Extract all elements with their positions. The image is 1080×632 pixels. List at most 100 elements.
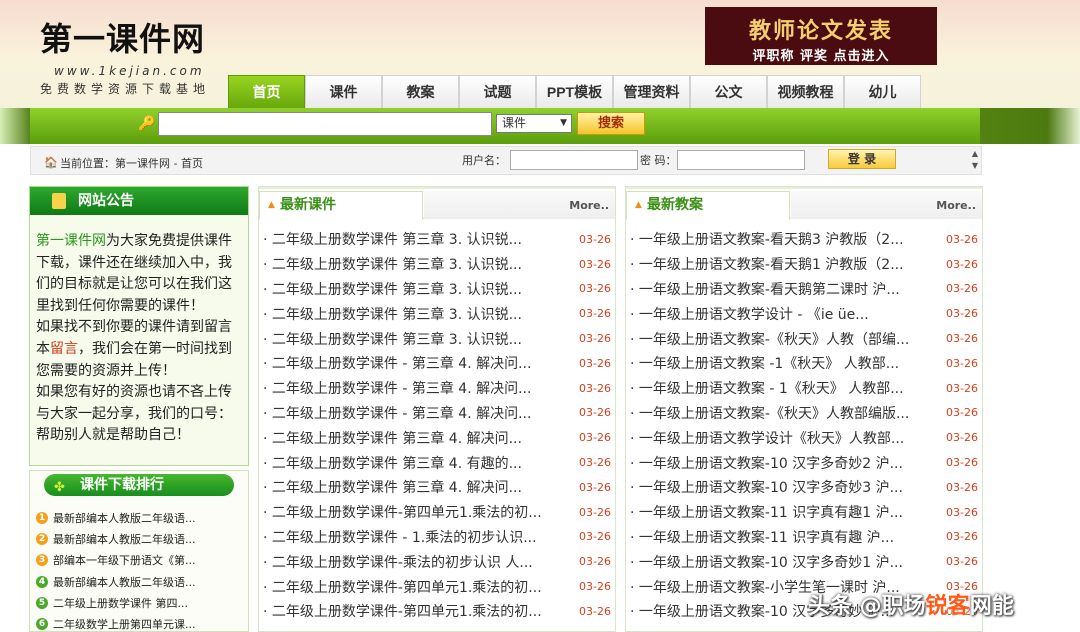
nav-tab-courseware[interactable]: 课件 [305,75,382,108]
lessonplan-item-title[interactable]: · 一年级上册语文教学设计《秋天》人教部... [630,428,904,448]
ranking-item[interactable]: 2 最新部编本人教版二年级语... [30,528,248,549]
lessonplan-item-title[interactable]: · 一年级上册语文教案-看天鹅1 沪教版（2... [630,254,904,274]
lessonplans-tab[interactable]: ▲ 最新教案 [626,191,790,220]
courseware-item-title[interactable]: · 二年级上册数学课件 - 1.乘法的初步认识... [263,527,537,547]
lessonplan-item[interactable]: · 一年级上册语文教案-看天鹅1 沪教版（2... 03-26 [630,252,982,277]
site-link[interactable]: 第一课件网 [36,233,106,249]
lessonplan-item-title[interactable]: · 一年级上册语文教案-11 识字真有趣 沪... [630,527,894,547]
courseware-item-title[interactable]: · 二年级上册数学课件 第三章 3. 认识锐... [263,304,522,324]
courseware-item-title[interactable]: · 二年级上册数学课件 - 第三章 4. 解决问... [263,378,531,398]
ranking-item-title[interactable]: 二年级上册数学课件 第四... [53,595,188,611]
courseware-item-title[interactable]: · 二年级上册数学课件-第四单元1.乘法的初... [263,577,542,597]
courseware-item[interactable]: · 二年级上册数学课件 第三章 4. 解决问... 03-26 [263,475,615,500]
search-button[interactable]: 搜索 [577,112,645,135]
lessonplan-item[interactable]: · 一年级上册语文教案-看天鹅3 沪教版（2... 03-26 [630,227,982,252]
courseware-item[interactable]: · 二年级上册数学课件 第三章 3. 认识锐... 03-26 [263,227,615,252]
lessonplan-item[interactable]: · 一年级上册语文教案-10 汉字多奇妙3 沪... 03-26 [630,475,982,500]
nav-tab-documents[interactable]: 公文 [690,75,767,108]
ranking-item[interactable]: 4 最新部编本人教版二年级语... [30,571,248,592]
courseware-item[interactable]: · 二年级上册数学课件 第三章 3. 认识锐... 03-26 [263,326,615,351]
nav-tab-preschool[interactable]: 幼儿 [844,75,921,108]
courseware-item-title[interactable]: · 二年级上册数学课件-第四单元1.乘法的初... [263,601,542,621]
lessonplan-item[interactable]: · 一年级上册语文教案-看天鹅第二课时 沪... 03-26 [630,277,982,302]
lessonplan-item-title[interactable]: · 一年级上册语文教案-11 识字真有趣1 沪... [630,502,903,522]
courseware-item[interactable]: · 二年级上册数学课件-第四单元1.乘法的初... 03-26 [263,599,615,624]
guestbook-link[interactable]: 留言 [50,341,78,357]
lessonplan-item[interactable]: · 一年级上册语文教案-《秋天》人教部编版... 03-26 [630,401,982,426]
lessonplan-item-title[interactable]: · 一年级上册语文教学设计 - 《ie üe... [630,304,869,324]
courseware-more-link[interactable]: More.. [569,199,609,212]
ranking-item-title[interactable]: 二年级数学上册第四单元课... [53,616,196,632]
lessonplan-item-title[interactable]: · 一年级上册语文教案-10 汉字多奇妙2 沪... [630,453,903,473]
main-nav: 首页 课件 教案 试题 PPT模板 管理资料 公文 视频教程 幼儿 [228,75,921,108]
courseware-item[interactable]: · 二年级上册数学课件-第四单元1.乘法的初... 03-26 [263,574,615,599]
nav-tab-lessonplans[interactable]: 教案 [382,75,459,108]
courseware-item-title[interactable]: · 二年级上册数学课件 - 第三章 4. 解决问... [263,353,531,373]
courseware-item[interactable]: · 二年级上册数学课件 - 1.乘法的初步认识... 03-26 [263,525,615,550]
courseware-item[interactable]: · 二年级上册数学课件 第三章 3. 认识锐... 03-26 [263,301,615,326]
courseware-item-title[interactable]: · 二年级上册数学课件 第三章 3. 认识锐... [263,229,522,249]
site-logo[interactable]: 第一课件网 www.1kejian.com 免费数学资源下载基地 [40,14,230,98]
nav-tab-ppt[interactable]: PPT模板 [536,75,613,108]
ranking-item-title[interactable]: 部编本一年级下册语文《第... [53,552,196,568]
courseware-item-title[interactable]: · 二年级上册数学课件-第四单元1.乘法的初... [263,502,542,522]
ranking-item[interactable]: 1 最新部编本人教版二年级语... [30,507,248,528]
lessonplan-item[interactable]: · 一年级上册语文教案-11 识字真有趣1 沪... 03-26 [630,500,982,525]
ranking-item[interactable]: 6 二年级数学上册第四单元课... [30,613,248,632]
courseware-item[interactable]: · 二年级上册数学课件 第三章 4. 有趣的... 03-26 [263,450,615,475]
courseware-item-title[interactable]: · 二年级上册数学课件-乘法的初步认识 人... [263,552,533,572]
lessonplan-item-title[interactable]: · 一年级上册语文教案-《秋天》人教（部编... [630,329,909,349]
ranking-item-title[interactable]: 最新部编本人教版二年级语... [53,574,196,590]
banner-title: 教师论文发表 [748,19,893,44]
nav-tab-videos[interactable]: 视频教程 [767,75,844,108]
courseware-item-title[interactable]: · 二年级上册数学课件 第三章 3. 认识锐... [263,329,522,349]
lessonplan-item[interactable]: · 一年级上册语文教案-10 汉字多奇妙2 沪... 03-26 [630,450,982,475]
courseware-item[interactable]: · 二年级上册数学课件 - 第三章 4. 解决问... 03-26 [263,401,615,426]
lessonplan-item[interactable]: · 一年级上册语文教案-10 汉字多奇妙1 沪... 03-26 [630,549,982,574]
ranking-item-title[interactable]: 最新部编本人教版二年级语... [53,510,196,526]
scrollbar[interactable]: ▲ ▼ [968,148,982,174]
lessonplan-item-title[interactable]: · 一年级上册语文教案-《秋天》人教部编版... [630,403,909,423]
courseware-item[interactable]: · 二年级上册数学课件 - 第三章 4. 解决问... 03-26 [263,376,615,401]
rank-number-badge: 3 [36,554,48,567]
chevron-down-icon: ▼ [560,118,567,128]
courseware-item[interactable]: · 二年级上册数学课件 第三章 3. 认识锐... 03-26 [263,252,615,277]
lessonplan-item[interactable]: · 一年级上册语文教学设计 - 《ie üe... 03-26 [630,301,982,326]
courseware-item-title[interactable]: · 二年级上册数学课件 第三章 4. 有趣的... [263,453,522,473]
lessonplan-item-title[interactable]: · 一年级上册语文教案-10 汉字多奇妙1 沪... [630,552,903,572]
username-input[interactable] [510,150,638,170]
courseware-item-title[interactable]: · 二年级上册数学课件 第三章 4. 解决问... [263,477,522,497]
login-button[interactable]: 登 录 [828,149,896,169]
lessonplan-item-title[interactable]: · 一年级上册语文教案-看天鹅3 沪教版（2... [630,229,904,249]
lessonplan-item[interactable]: · 一年级上册语文教案-《秋天》人教（部编... 03-26 [630,326,982,351]
courseware-item[interactable]: · 二年级上册数学课件-乘法的初步认识 人... 03-26 [263,549,615,574]
nav-tab-exams[interactable]: 试题 [459,75,536,108]
courseware-item-title[interactable]: · 二年级上册数学课件 第三章 4. 解决问... [263,428,522,448]
search-input[interactable] [158,112,492,136]
search-type-select[interactable]: 课件 ▼ [496,114,572,133]
courseware-item[interactable]: · 二年级上册数学课件 第三章 4. 解决问... 03-26 [263,425,615,450]
password-input[interactable] [677,150,805,170]
lessonplan-item[interactable]: · 一年级上册语文教学设计《秋天》人教部... 03-26 [630,425,982,450]
courseware-item[interactable]: · 二年级上册数学课件-第四单元1.乘法的初... 03-26 [263,500,615,525]
ranking-item-title[interactable]: 最新部编本人教版二年级语... [53,531,196,547]
lessonplan-item-title[interactable]: · 一年级上册语文教案 -1《秋天》 人教部... [630,353,899,373]
courseware-item-title[interactable]: · 二年级上册数学课件 第三章 3. 认识锐... [263,279,522,299]
courseware-item-title[interactable]: · 二年级上册数学课件 第三章 3. 认识锐... [263,254,522,274]
courseware-item[interactable]: · 二年级上册数学课件 第三章 3. 认识锐... 03-26 [263,277,615,302]
lessonplan-item-title[interactable]: · 一年级上册语文教案-10 汉字多奇妙3 沪... [630,477,903,497]
nav-tab-management[interactable]: 管理资料 [613,75,690,108]
ranking-item[interactable]: 3 部编本一年级下册语文《第... [30,550,248,571]
lessonplans-more-link[interactable]: More.. [936,199,976,212]
courseware-tab[interactable]: ▲ 最新课件 [259,191,423,220]
lessonplan-item[interactable]: · 一年级上册语文教案-11 识字真有趣 沪... 03-26 [630,525,982,550]
lessonplan-item-title[interactable]: · 一年级上册语文教案 - 1《秋天》 人教部... [630,378,904,398]
lessonplan-item[interactable]: · 一年级上册语文教案 -1《秋天》 人教部... 03-26 [630,351,982,376]
lessonplan-item-title[interactable]: · 一年级上册语文教案-看天鹅第二课时 沪... [630,279,900,299]
ranking-item[interactable]: 5 二年级上册数学课件 第四... [30,592,248,613]
courseware-item[interactable]: · 二年级上册数学课件 - 第三章 4. 解决问... 03-26 [263,351,615,376]
ad-banner[interactable]: 教师论文发表 评职称 评奖 点击进入 [705,7,937,65]
lessonplan-item[interactable]: · 一年级上册语文教案 - 1《秋天》 人教部... 03-26 [630,376,982,401]
courseware-item-title[interactable]: · 二年级上册数学课件 - 第三章 4. 解决问... [263,403,531,423]
nav-tab-home[interactable]: 首页 [228,75,305,108]
